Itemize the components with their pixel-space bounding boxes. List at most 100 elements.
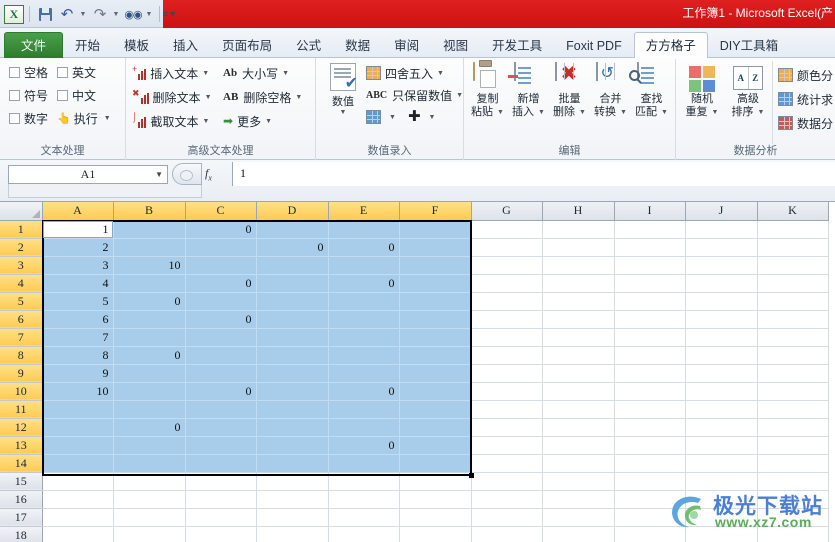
chevron-down-icon[interactable]: ▼ [104, 115, 111, 122]
cell-A2[interactable]: 2 [42, 238, 114, 257]
cell-A4[interactable]: 4 [42, 274, 114, 293]
tab-home[interactable]: 开始 [63, 32, 112, 58]
color-classify-button[interactable]: 颜色分 [778, 63, 833, 87]
cell-F5[interactable] [399, 292, 472, 311]
cell-K10[interactable] [757, 382, 829, 401]
tab-template[interactable]: 模板 [112, 32, 161, 58]
delete-text-button[interactable]: ✖ 删除文本 ▼ [132, 85, 217, 109]
insert-rows-button[interactable]: 新增 插入 ▼ [507, 62, 547, 119]
row-header-7[interactable]: 7 [0, 328, 43, 347]
cell-I5[interactable] [614, 292, 686, 311]
cell-D6[interactable] [256, 310, 329, 329]
cell-H17[interactable] [542, 508, 615, 527]
merge-convert-button[interactable]: ↺ 合并 转换 ▼ [592, 62, 629, 119]
cell-F13[interactable] [399, 436, 472, 455]
cell-K1[interactable] [757, 220, 829, 239]
undo-dropdown-icon[interactable]: ▼ [79, 4, 88, 24]
chevron-down-icon[interactable]: ▼ [712, 106, 719, 119]
cell-A8[interactable]: 8 [42, 346, 114, 365]
keep-number-only-button[interactable]: ABC 只保留数值 ▼ [366, 84, 463, 106]
cell-E16[interactable] [328, 490, 400, 509]
cell-F6[interactable] [399, 310, 472, 329]
cell-C11[interactable] [185, 400, 257, 419]
cell-D9[interactable] [256, 364, 329, 383]
cell-D1[interactable] [256, 220, 329, 239]
cell-A18[interactable] [42, 526, 114, 542]
cell-H14[interactable] [542, 454, 615, 473]
cell-J6[interactable] [685, 310, 758, 329]
cell-B2[interactable] [113, 238, 186, 257]
excel-logo-icon[interactable]: X [4, 4, 24, 24]
cell-H8[interactable] [542, 346, 615, 365]
cell-K3[interactable] [757, 256, 829, 275]
cell-A7[interactable]: 7 [42, 328, 114, 347]
column-header-h[interactable]: H [542, 202, 615, 221]
cell-C10[interactable]: 0 [185, 382, 257, 401]
cell-F14[interactable] [399, 454, 472, 473]
cell-D14[interactable] [256, 454, 329, 473]
select-all-corner[interactable] [0, 202, 43, 221]
cell-I7[interactable] [614, 328, 686, 347]
tab-foxit-pdf[interactable]: Foxit PDF [554, 32, 634, 58]
tab-developer[interactable]: 开发工具 [480, 32, 554, 58]
row-header-1[interactable]: 1 [0, 220, 43, 239]
chevron-down-icon[interactable]: ▼ [202, 70, 209, 77]
cell-E14[interactable] [328, 454, 400, 473]
cell-C16[interactable] [185, 490, 257, 509]
spreadsheet-grid[interactable]: A B C D E F G H I J K 1 1 0 2 2 0 0 3 3 10 4 4 0 0 5 5 0… [0, 202, 835, 542]
chevron-down-icon[interactable]: ▼ [295, 94, 302, 101]
cell-G15[interactable] [471, 472, 543, 491]
cell-G11[interactable] [471, 400, 543, 419]
row-header-4[interactable]: 4 [0, 274, 43, 293]
tab-review[interactable]: 审阅 [382, 32, 431, 58]
cell-I2[interactable] [614, 238, 686, 257]
cell-A5[interactable]: 5 [42, 292, 114, 311]
row-header-3[interactable]: 3 [0, 256, 43, 275]
redo-icon[interactable]: ↷ [90, 4, 110, 24]
find-dropdown-icon[interactable]: ▼ [145, 4, 154, 24]
cell-B9[interactable] [113, 364, 186, 383]
cell-A16[interactable] [42, 490, 114, 509]
cell-I1[interactable] [614, 220, 686, 239]
cell-H2[interactable] [542, 238, 615, 257]
cell-G10[interactable] [471, 382, 543, 401]
cell-B13[interactable] [113, 436, 186, 455]
cell-E4[interactable]: 0 [328, 274, 400, 293]
cell-A12[interactable] [42, 418, 114, 437]
cell-C8[interactable] [185, 346, 257, 365]
cell-K6[interactable] [757, 310, 829, 329]
plus-icon[interactable]: ✚ [408, 109, 421, 124]
chevron-down-icon[interactable]: ▼ [437, 70, 444, 77]
cell-F15[interactable] [399, 472, 472, 491]
cell-H15[interactable] [542, 472, 615, 491]
selection-fill-handle[interactable] [469, 473, 474, 478]
more-button[interactable]: ➡ 更多 ▼ [223, 109, 310, 133]
cell-C18[interactable] [185, 526, 257, 542]
formula-input[interactable]: 1 [232, 162, 835, 186]
cell-B6[interactable] [113, 310, 186, 329]
checkbox-space[interactable] [9, 67, 20, 78]
checkbox-english[interactable] [57, 67, 69, 78]
cell-G7[interactable] [471, 328, 543, 347]
cell-J7[interactable] [685, 328, 758, 347]
cell-G14[interactable] [471, 454, 543, 473]
cell-I8[interactable] [614, 346, 686, 365]
cell-F8[interactable] [399, 346, 472, 365]
row-header-11[interactable]: 11 [0, 400, 43, 419]
row-header-13[interactable]: 13 [0, 436, 43, 455]
name-box[interactable]: A1 ▼ [8, 165, 168, 184]
cell-H16[interactable] [542, 490, 615, 509]
cell-E2[interactable]: 0 [328, 238, 400, 257]
chevron-down-icon[interactable]: ▼ [205, 94, 212, 101]
cell-B3[interactable]: 10 [113, 256, 186, 275]
cell-E5[interactable] [328, 292, 400, 311]
statistics-sum-button[interactable]: 统计求 [778, 87, 833, 111]
cell-A13[interactable] [42, 436, 114, 455]
cell-C3[interactable] [185, 256, 257, 275]
cell-J9[interactable] [685, 364, 758, 383]
checkbox-symbol[interactable] [9, 90, 20, 101]
copy-paste-button[interactable]: 复制 粘贴 ▼ [469, 62, 506, 119]
cell-C2[interactable] [185, 238, 257, 257]
cell-G8[interactable] [471, 346, 543, 365]
cell-I11[interactable] [614, 400, 686, 419]
